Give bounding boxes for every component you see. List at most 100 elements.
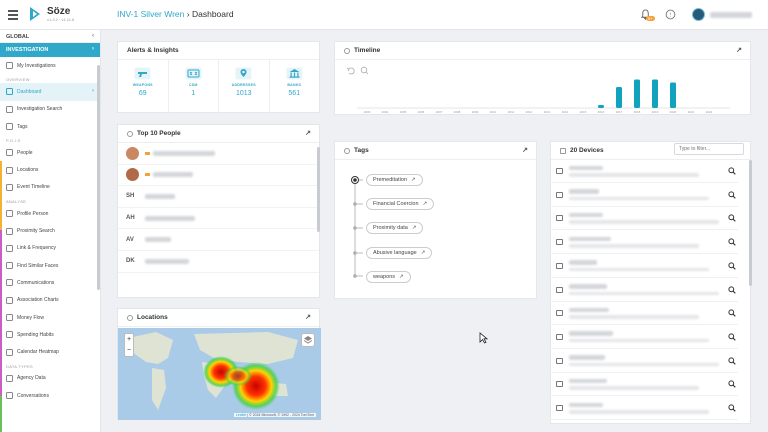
help-icon[interactable]: ! <box>665 9 676 20</box>
device-row[interactable] <box>550 160 738 183</box>
timeline-bar[interactable] <box>670 82 676 109</box>
person-row[interactable]: DK <box>118 251 319 273</box>
open-external-icon[interactable]: ↗ <box>522 146 528 154</box>
open-external-icon[interactable]: ↗ <box>305 129 311 137</box>
heatmap-map[interactable] <box>118 328 321 420</box>
clock-icon <box>344 47 350 54</box>
sidebar-item-communications[interactable]: Communications <box>0 274 100 291</box>
sidebar-item-tags[interactable]: Tags <box>0 118 100 135</box>
search-icon[interactable] <box>728 191 736 199</box>
menu-icon[interactable] <box>8 10 18 20</box>
sidebar-item-investigation-search[interactable]: Investigation Search <box>0 101 100 118</box>
device-row[interactable] <box>550 350 738 373</box>
sidebar-item-spending-habits[interactable]: Spending Habits <box>0 326 100 343</box>
search-icon[interactable] <box>728 404 736 412</box>
search-icon[interactable] <box>728 285 736 294</box>
device-icon <box>556 333 563 340</box>
breadcrumb-case-link[interactable]: INV-1 Silver Wren <box>117 9 184 19</box>
alert-label: CSM <box>188 83 198 87</box>
tag-chip[interactable]: Proximity data ↗ <box>366 222 424 234</box>
device-row[interactable] <box>550 326 738 349</box>
devices-scrollbar[interactable] <box>749 160 752 286</box>
device-row[interactable] <box>550 397 738 420</box>
search-icon[interactable] <box>728 333 736 341</box>
map-zoom-control[interactable]: + − <box>124 333 134 357</box>
search-icon[interactable] <box>728 356 736 365</box>
sidebar-item-proximity-search[interactable]: Proximity Search <box>0 222 100 239</box>
leaflet-link[interactable]: Leaflet <box>236 413 247 417</box>
sidebar-item-find-similar-faces[interactable]: Find Similar Faces <box>0 257 100 274</box>
timeline-bar[interactable] <box>616 87 622 108</box>
device-row[interactable] <box>550 373 738 397</box>
external-link-icon[interactable]: ↗ <box>423 201 428 207</box>
tag-chip[interactable]: Financial Coercion ↗ <box>366 198 435 210</box>
timeline-bar[interactable] <box>634 79 640 109</box>
sidebar-item-label: Dashboard <box>17 88 42 95</box>
zoom-out-icon[interactable]: − <box>125 345 133 356</box>
user-avatar[interactable] <box>692 8 705 21</box>
alert-label: WEAPONS <box>132 83 153 87</box>
tag-chip[interactable]: Premeditation ↗ <box>366 174 423 186</box>
breadcrumb-separator: › <box>186 9 190 19</box>
alert-addresses[interactable]: ADDRESSES 1013 <box>219 60 270 114</box>
device-row[interactable] <box>550 279 738 302</box>
external-link-icon[interactable]: ↗ <box>412 225 417 231</box>
alert-weapons[interactable]: WEAPONS 69 <box>118 60 169 114</box>
search-icon[interactable] <box>728 238 736 246</box>
sidebar-item-profile-person[interactable]: Profile Person <box>0 205 100 222</box>
sidebar-item-event-timeline[interactable]: Event Timeline <box>0 179 100 196</box>
sidebar-scrollbar[interactable] <box>97 65 100 290</box>
sidebar-global-header[interactable]: GLOBAL ‹ <box>0 30 100 43</box>
sidebar-item-label: Find Similar Faces <box>17 262 59 269</box>
external-link-icon[interactable]: ↗ <box>411 177 416 183</box>
username-blurred[interactable] <box>710 12 752 18</box>
device-row[interactable] <box>550 231 738 255</box>
sidebar-item-agency-data[interactable]: Agency Data <box>0 370 100 387</box>
timeline-bar[interactable] <box>652 79 658 109</box>
sidebar-item-association-charts[interactable]: Association Charts <box>0 292 100 309</box>
tag-chip[interactable]: Abusive language ↗ <box>366 247 433 259</box>
sidebar-item-link-frequency[interactable]: Link & Frequency <box>0 240 100 257</box>
search-icon[interactable] <box>728 380 736 388</box>
sidebar-item-locations[interactable]: Locations <box>0 161 100 178</box>
search-icon[interactable] <box>728 262 736 270</box>
collapse-chevron-icon[interactable]: ‹ <box>92 33 94 39</box>
people-scrollbar[interactable] <box>317 147 320 232</box>
person-row[interactable] <box>118 165 319 187</box>
external-link-icon[interactable]: ↗ <box>421 250 426 256</box>
timeline-chart[interactable]: 2003 2004 2005 2006 2007 2008 2009 2010 2011 2012… <box>335 61 752 115</box>
device-row[interactable] <box>550 207 738 231</box>
sidebar-investigation-header[interactable]: INVESTIGATION › <box>0 43 100 57</box>
sidebar-item-my-investigations[interactable]: My Investigations <box>0 57 100 74</box>
person-row[interactable]: AV <box>118 229 319 251</box>
dashboard-icon <box>6 88 13 96</box>
sidebar-item-calendar-heatmap[interactable]: Calendar Heatmap <box>0 343 100 360</box>
locations-header: Locations ↗ <box>118 309 319 327</box>
tag-chip[interactable]: weapons ↗ <box>366 271 411 283</box>
search-icon[interactable] <box>728 309 736 317</box>
alert-banks[interactable]: BANKS 561 <box>270 60 320 114</box>
device-icon <box>560 147 566 154</box>
external-link-icon[interactable]: ↗ <box>399 274 404 280</box>
timeline-bar[interactable] <box>598 105 604 108</box>
open-external-icon[interactable]: ↗ <box>305 313 311 321</box>
device-row[interactable] <box>550 302 738 326</box>
person-row[interactable] <box>118 143 319 165</box>
person-row[interactable]: SH <box>118 186 319 208</box>
open-external-icon[interactable]: ↗ <box>736 46 742 54</box>
layers-icon[interactable] <box>301 333 315 347</box>
sidebar-item-dashboard[interactable]: Dashboard › <box>0 83 100 101</box>
zoom-reset-icon[interactable] <box>360 66 369 75</box>
sidebar-item-money-flow[interactable]: Money Flow <box>0 309 100 326</box>
sidebar-item-conversations[interactable]: Conversations <box>0 387 100 404</box>
alert-csm[interactable]: CSM 1 <box>169 60 219 114</box>
undo-zoom-icon[interactable] <box>346 67 355 75</box>
device-row[interactable] <box>550 255 738 278</box>
search-icon[interactable] <box>728 214 736 223</box>
search-icon[interactable] <box>728 167 736 175</box>
device-row[interactable] <box>550 184 738 207</box>
person-row[interactable]: AH <box>118 208 319 230</box>
zoom-in-icon[interactable]: + <box>125 334 133 345</box>
sidebar-item-people[interactable]: People <box>0 144 100 161</box>
devices-filter-input[interactable] <box>674 143 744 155</box>
